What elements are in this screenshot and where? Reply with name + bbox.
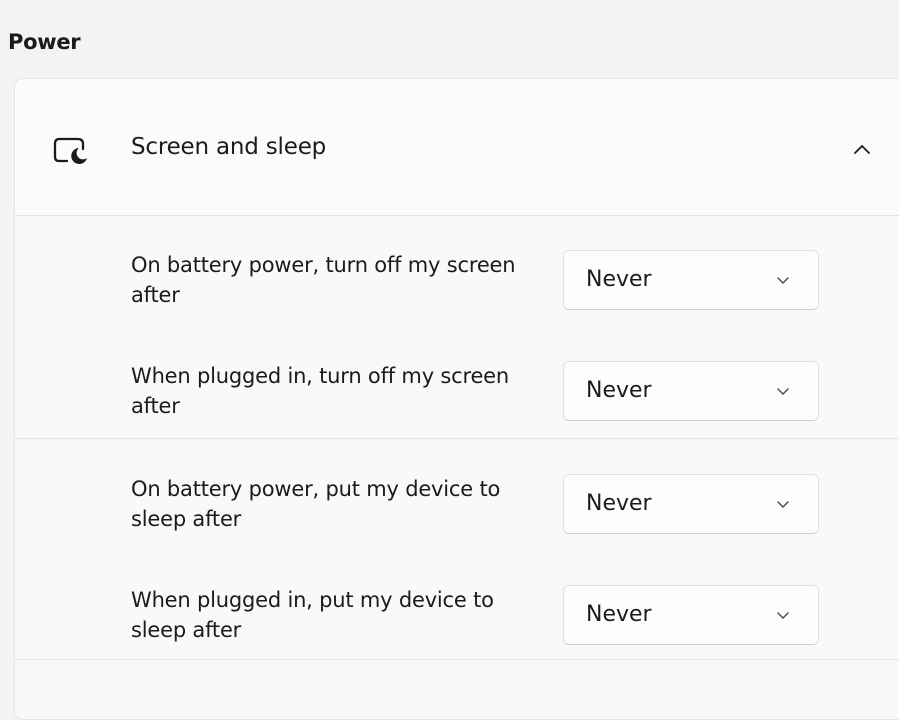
dropdown-value: Never [586, 602, 652, 627]
screen-and-sleep-title: Screen and sleep [131, 134, 327, 160]
setting-row-plugged-sleep: When plugged in, put my device to sleep … [15, 579, 899, 671]
screen-timeout-group: On battery power, turn off my screen aft… [15, 216, 899, 439]
setting-label: When plugged in, put my device to sleep … [131, 588, 494, 642]
setting-label: On battery power, turn off my screen aft… [131, 253, 516, 307]
collapse-button[interactable] [845, 137, 879, 163]
setting-row-battery-screen: On battery power, turn off my screen aft… [15, 244, 899, 336]
screen-and-sleep-header[interactable]: Screen and sleep [15, 79, 899, 216]
setting-label: When plugged in, turn off my screen afte… [131, 364, 510, 418]
chevron-down-icon [777, 277, 789, 284]
chevron-down-icon [777, 388, 789, 395]
sleep-timeout-group: On battery power, put my device to sleep… [15, 439, 899, 660]
plugged-sleep-timeout-dropdown[interactable]: Never [563, 585, 819, 645]
chevron-down-icon [777, 501, 789, 508]
battery-screen-timeout-dropdown[interactable]: Never [563, 250, 819, 310]
setting-row-plugged-screen: When plugged in, turn off my screen afte… [15, 355, 899, 447]
section-title: Power [8, 30, 81, 54]
battery-sleep-timeout-dropdown[interactable]: Never [563, 474, 819, 534]
screen-and-sleep-card: Screen and sleep On battery power, turn … [14, 78, 899, 720]
screen-sleep-icon [53, 137, 87, 164]
dropdown-value: Never [586, 491, 652, 516]
chevron-down-icon [777, 612, 789, 619]
setting-label: On battery power, put my device to sleep… [131, 477, 501, 531]
plugged-screen-timeout-dropdown[interactable]: Never [563, 361, 819, 421]
dropdown-value: Never [586, 378, 652, 403]
dropdown-value: Never [586, 267, 652, 292]
setting-row-battery-sleep: On battery power, put my device to sleep… [15, 468, 899, 560]
chevron-up-icon [854, 145, 870, 154]
